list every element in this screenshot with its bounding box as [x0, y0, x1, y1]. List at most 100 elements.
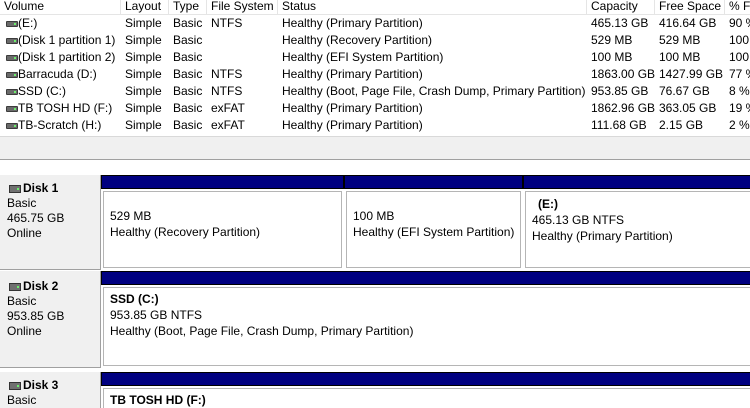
cell-status: Healthy (Boot, Page File, Crash Dump, Pr… [282, 84, 586, 98]
cell-volume: SSD (C:) [18, 84, 66, 98]
volume-row[interactable]: TB TOSH HD (F:) Simple Basic exFAT Healthy (… [0, 100, 750, 117]
cell-free-space: 76.67 GB [659, 84, 710, 98]
disk-info-3[interactable]: Disk 3 Basic [0, 372, 101, 408]
cell-status: Healthy (Primary Partition) [282, 67, 423, 81]
partition-name: SSD (C:) [110, 292, 159, 306]
column-header-volume[interactable]: Volume [0, 0, 121, 14]
disk-row-2: Disk 2 Basic 953.85 GB Online SSD (C:) 9… [0, 271, 750, 368]
cell-status: Healthy (Recovery Partition) [282, 33, 433, 47]
volume-row[interactable]: (Disk 1 partition 1) Simple Basic Healthy (… [0, 32, 750, 49]
column-header-file-system[interactable]: File System [207, 0, 278, 14]
volume-row[interactable]: Barracuda (D:) Simple Basic NTFS Healthy (Pr… [0, 66, 750, 83]
column-header-layout[interactable]: Layout [121, 0, 169, 14]
cell-capacity: 529 MB [591, 33, 633, 47]
cell-status: Healthy (Primary Partition) [282, 101, 423, 115]
disk-title: Disk 1 [7, 181, 100, 196]
disk-title: Disk 3 [7, 378, 100, 393]
cell-type: Basic [173, 50, 203, 64]
partition-body: SSD (C:) 953.85 GB NTFS Healthy (Boot, P… [103, 287, 750, 366]
cell-percent-free: 100 [729, 50, 750, 64]
partition-body: 100 MB Healthy (EFI System Partition) [346, 191, 521, 268]
cell-capacity: 111.68 GB [591, 118, 647, 132]
cell-file-system [207, 49, 211, 66]
cell-file-system: exFAT [211, 118, 245, 132]
cell-capacity: 1862.96 GB [591, 101, 656, 115]
partition-body: 529 MB Healthy (Recovery Partition) [103, 191, 342, 268]
disk-size: 953.85 GB [7, 309, 65, 323]
cell-percent-free: 77 % [729, 67, 750, 81]
cell-volume: (E:) [18, 16, 38, 30]
disk-drive-icon [9, 185, 21, 193]
partition-disk2-c[interactable]: SSD (C:) 953.85 GB NTFS Healthy (Boot, P… [101, 271, 750, 368]
cell-capacity: 100 MB [591, 50, 633, 64]
partition-bar [101, 175, 344, 189]
cell-status: Healthy (EFI System Partition) [282, 50, 444, 64]
volume-row[interactable]: (E:) Simple Basic NTFS Healthy (Primary Part… [0, 15, 750, 32]
volume-row[interactable]: (Disk 1 partition 2) Simple Basic Healthy (… [0, 49, 750, 66]
cell-capacity: 465.13 GB [591, 16, 649, 30]
column-header-capacity[interactable]: Capacity [587, 0, 655, 14]
partition-status: Healthy (Boot, Page File, Crash Dump, Pr… [110, 324, 414, 338]
cell-type: Basic [173, 16, 203, 30]
partition-bar [344, 175, 523, 189]
disk-type: Basic [7, 294, 37, 308]
disk-row-3: Disk 3 Basic TB TOSH HD (F:) [0, 372, 750, 408]
cell-volume: Barracuda (D:) [18, 67, 97, 81]
disk-info-1[interactable]: Disk 1 Basic 465.75 GB Online [0, 175, 101, 270]
column-header-percent-free[interactable]: % F [725, 0, 750, 14]
partition-size: 465.13 GB NTFS [532, 213, 625, 227]
partition-status: Healthy (Recovery Partition) [110, 225, 261, 239]
cell-layout: Simple [125, 84, 162, 98]
cell-layout: Simple [125, 16, 162, 30]
volume-row[interactable]: TB-Scratch (H:) Simple Basic exFAT Healthy (… [0, 117, 750, 134]
partition-body: (E:) 465.13 GB NTFS Healthy (Primary Par… [525, 191, 750, 268]
disk-title-text: Disk 2 [23, 279, 59, 293]
disk-type: Basic [7, 393, 37, 407]
cell-percent-free: 90 % [729, 16, 750, 30]
partition-disk1-efi[interactable]: 100 MB Healthy (EFI System Partition) [344, 175, 523, 270]
cell-type: Basic [173, 84, 203, 98]
cell-percent-free: 19 % [729, 101, 750, 115]
partition-bar [101, 372, 750, 386]
disk-info-2[interactable]: Disk 2 Basic 953.85 GB Online [0, 271, 101, 368]
volume-row[interactable]: SSD (C:) Simple Basic NTFS Healthy (Boot, Pa… [0, 83, 750, 100]
cell-status: Healthy (Primary Partition) [282, 16, 423, 30]
cell-layout: Simple [125, 67, 162, 81]
partition-bar [101, 271, 750, 285]
cell-volume: TB-Scratch (H:) [18, 118, 102, 132]
pane-splitter[interactable] [0, 136, 750, 160]
partition-name: TB TOSH HD (F:) [110, 393, 206, 407]
cell-file-system: NTFS [211, 84, 243, 98]
cell-free-space: 363.05 GB [659, 101, 717, 115]
partition-disk3-f[interactable]: TB TOSH HD (F:) [101, 372, 750, 408]
partition-disk1-e[interactable]: (E:) 465.13 GB NTFS Healthy (Primary Par… [523, 175, 750, 270]
disk-title: Disk 2 [7, 279, 100, 294]
cell-free-space: 1427.99 GB [659, 67, 724, 81]
cell-free-space: 100 MB [659, 50, 701, 64]
column-header-free-space[interactable]: Free Space [655, 0, 725, 14]
disk-title-text: Disk 3 [23, 378, 59, 392]
cell-file-system: exFAT [211, 101, 245, 115]
cell-file-system: NTFS [211, 67, 243, 81]
cell-type: Basic [173, 101, 203, 115]
cell-layout: Simple [125, 118, 162, 132]
volume-list: Volume Layout Type File System Status Ca… [0, 0, 750, 136]
column-header-type[interactable]: Type [169, 0, 207, 14]
partition-size: 100 MB [353, 209, 395, 223]
partition-body: TB TOSH HD (F:) [103, 388, 750, 408]
partition-status: Healthy (Primary Partition) [532, 229, 673, 243]
cell-layout: Simple [125, 50, 162, 64]
partition-bar [523, 175, 750, 189]
disk-drive-icon [9, 283, 21, 291]
cell-file-system: NTFS [211, 16, 243, 30]
cell-percent-free: 8 % [729, 84, 750, 98]
cell-free-space: 529 MB [659, 33, 701, 47]
column-header-status[interactable]: Status [278, 0, 587, 14]
cell-volume: TB TOSH HD (F:) [18, 101, 113, 115]
disk-size: 465.75 GB [7, 211, 65, 225]
partition-disk1-recovery[interactable]: 529 MB Healthy (Recovery Partition) [101, 175, 344, 270]
cell-layout: Simple [125, 101, 162, 115]
partition-name: (E:) [538, 197, 558, 211]
volume-list-header: Volume Layout Type File System Status Ca… [0, 0, 750, 15]
cell-free-space: 2.15 GB [659, 118, 704, 132]
